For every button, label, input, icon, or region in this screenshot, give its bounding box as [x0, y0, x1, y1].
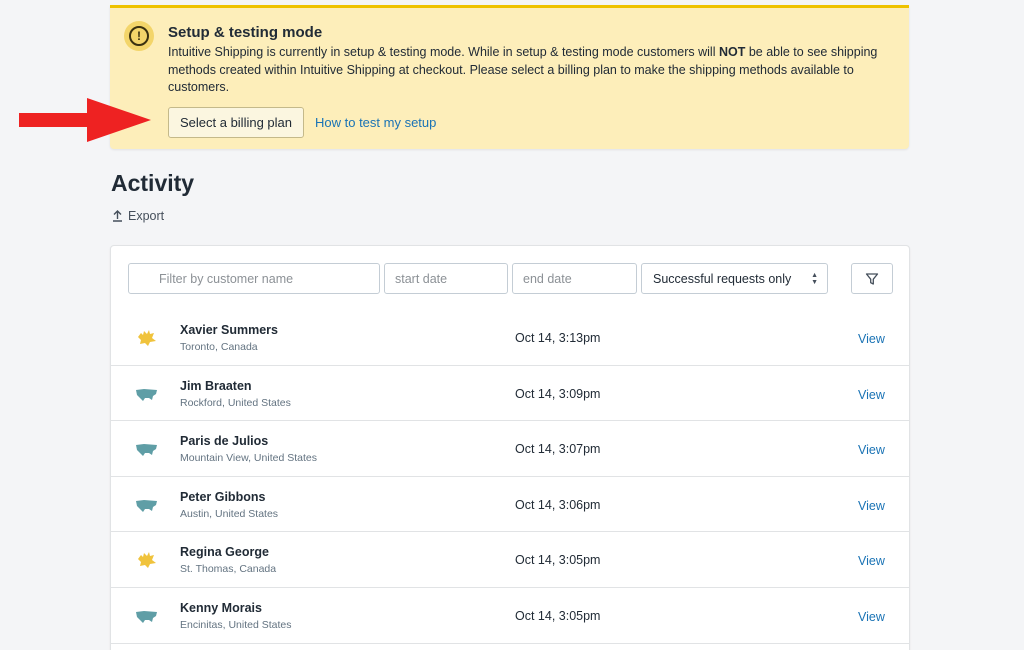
- customer-location: Austin, United States: [180, 507, 279, 520]
- request-time: Oct 14, 3:06pm: [515, 497, 601, 512]
- customer-name-search-input[interactable]: [128, 263, 380, 294]
- view-link[interactable]: View: [858, 332, 885, 346]
- customer-name: Jim Braaten: [180, 378, 252, 393]
- customer-location: Mountain View, United States: [180, 452, 317, 465]
- activity-heading: Activity: [111, 170, 195, 196]
- request-status-select[interactable]: Successful requests only ▲ ▼: [641, 263, 828, 294]
- view-link[interactable]: View: [858, 443, 885, 457]
- banner-message-part-1: Intuitive Shipping is currently in setup…: [168, 45, 719, 59]
- filter-bar: Successful requests only ▲▼: [128, 263, 894, 295]
- customer-name: Regina George: [180, 545, 269, 560]
- customer-location: St. Thomas, Canada: [180, 563, 277, 576]
- customer-location: Toronto, Canada: [180, 341, 258, 353]
- setup-mode-banner: ! Setup & testing mode Intuitive Shippin…: [110, 5, 909, 149]
- activity-row: Paris de Julios Mountain View, United St…: [111, 421, 909, 477]
- request-time: Oct 14, 3:13pm: [515, 331, 601, 345]
- banner-title: Setup & testing mode: [168, 24, 323, 41]
- activity-row: Regina George St. Thomas, Canada Oct 14,…: [111, 532, 909, 588]
- activity-row: Kenny Morais Encinitas, United States Oc…: [111, 588, 909, 644]
- activity-list: Xavier Summers Toronto, Canada Oct 14, 3…: [111, 310, 909, 644]
- red-arrow-annotation: [19, 98, 151, 142]
- filter-button[interactable]: [851, 263, 893, 294]
- view-link[interactable]: View: [858, 554, 885, 568]
- activity-row: Jim Braaten Rockford, United States Oct …: [111, 366, 909, 422]
- customer-name: Peter Gibbons: [180, 489, 266, 504]
- request-time: Oct 14, 3:05pm: [515, 553, 601, 568]
- request-status-selected-value: Successful requests only: [653, 271, 792, 286]
- export-label: Export: [128, 209, 165, 223]
- select-billing-plan-button[interactable]: Select a billing plan: [168, 107, 304, 138]
- end-date-input[interactable]: [512, 263, 637, 294]
- customer-name: Paris de Julios: [180, 434, 269, 449]
- funnel-icon: [865, 272, 879, 285]
- customer-location: Encinitas, United States: [180, 618, 292, 631]
- canada-map-icon: [138, 330, 156, 346]
- usa-map-icon: [136, 499, 157, 512]
- activity-row: Peter Gibbons Austin, United States Oct …: [111, 477, 909, 533]
- activity-card: Successful requests only ▲▼ Xavier Summe…: [110, 245, 910, 650]
- how-to-test-setup-link[interactable]: How to test my setup: [315, 115, 436, 130]
- request-time: Oct 14, 3:05pm: [515, 608, 601, 623]
- banner-message: Intuitive Shipping is currently in setup…: [168, 44, 888, 97]
- canada-map-icon: [138, 552, 156, 569]
- search-field-wrapper: [128, 263, 380, 294]
- usa-map-icon: [136, 388, 157, 401]
- view-link[interactable]: View: [858, 499, 885, 513]
- request-time: Oct 14, 3:09pm: [515, 386, 601, 401]
- banner-message-bold: NOT: [718, 45, 746, 59]
- view-link[interactable]: View: [858, 610, 885, 624]
- select-chevron-icon: ▲ ▼: [811, 272, 818, 286]
- usa-map-icon: [136, 610, 157, 623]
- activity-row: Xavier Summers Toronto, Canada Oct 14, 3…: [111, 310, 909, 366]
- customer-location: Rockford, United States: [180, 396, 291, 409]
- export-button[interactable]: Export: [112, 209, 164, 223]
- start-date-input[interactable]: [384, 263, 508, 294]
- request-time: Oct 14, 3:07pm: [515, 442, 601, 457]
- usa-map-icon: [136, 444, 157, 457]
- alert-circle-icon: !: [124, 21, 154, 51]
- customer-name: Xavier Summers: [180, 323, 278, 337]
- upload-icon: [113, 210, 122, 222]
- customer-name: Kenny Morais: [180, 600, 262, 615]
- view-link[interactable]: View: [858, 388, 885, 402]
